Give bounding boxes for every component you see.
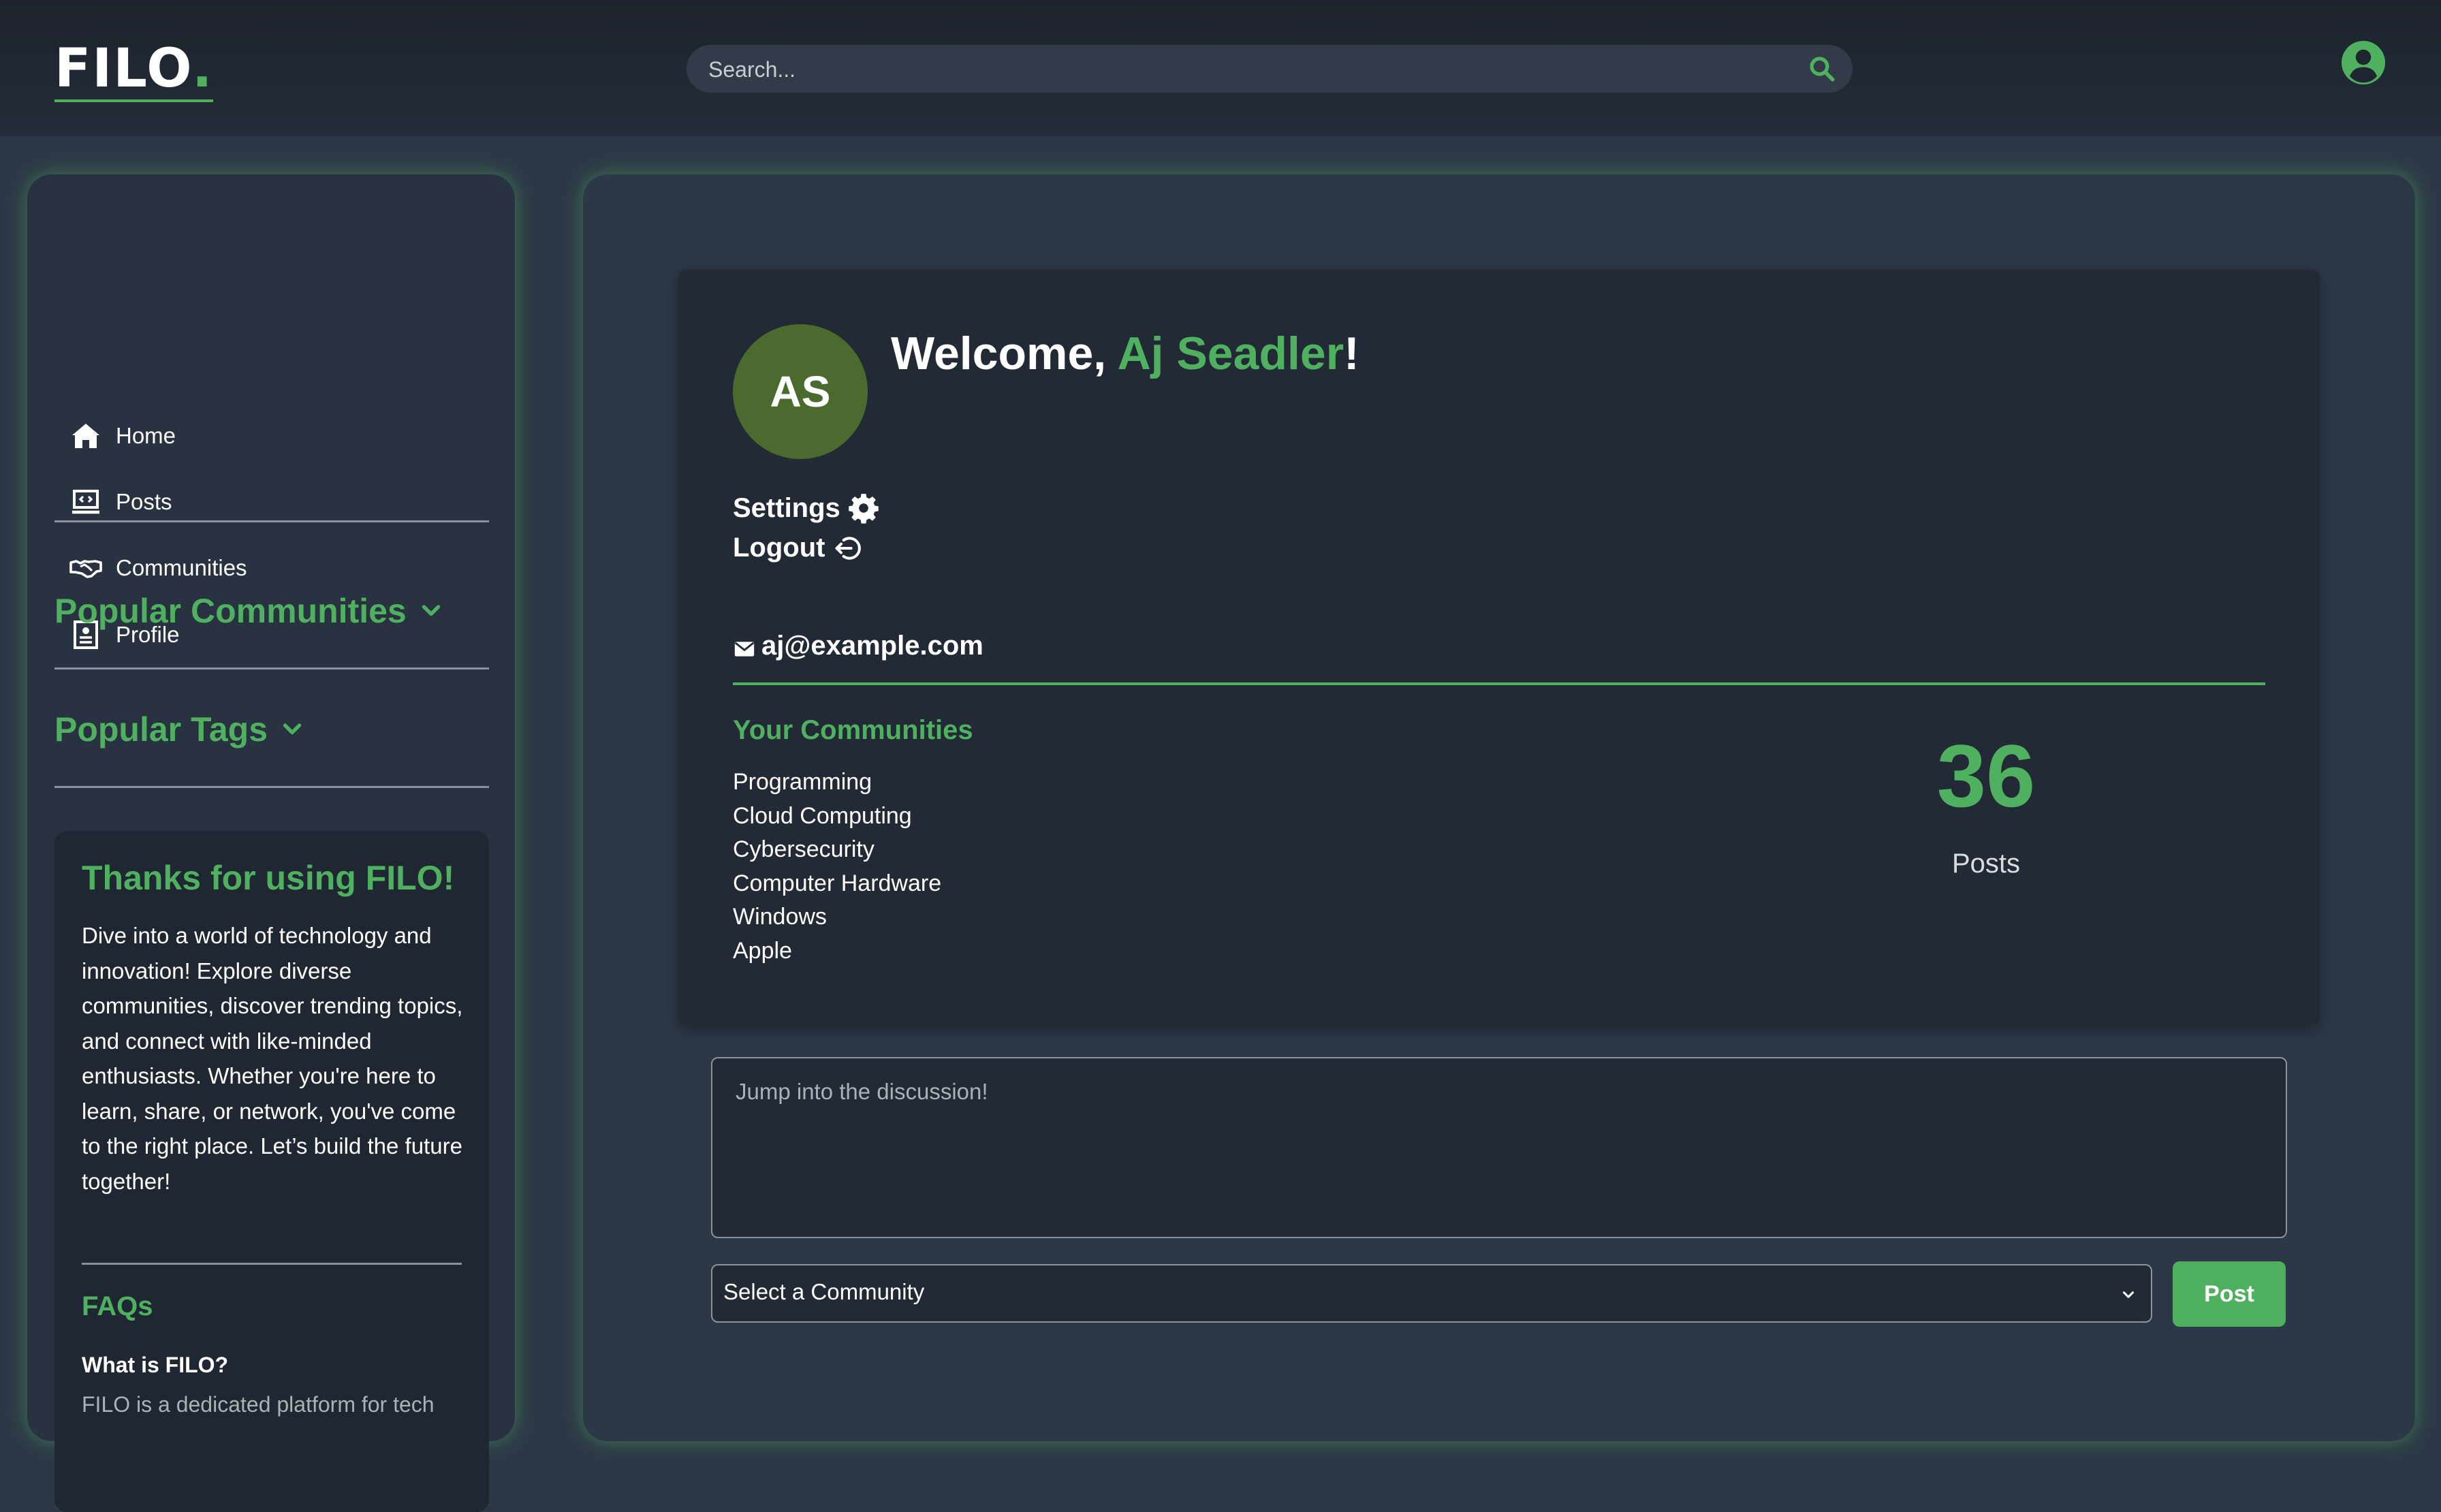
post-count-label: Posts — [1951, 849, 2021, 879]
your-communities-title: Your Communities — [733, 715, 973, 745]
popular-tags-toggle[interactable]: Popular Tags — [54, 710, 304, 749]
divider — [54, 520, 489, 522]
chevron-down-icon — [422, 605, 440, 616]
welcome-suffix: ! — [1344, 328, 1359, 379]
home-icon — [72, 424, 99, 448]
post-count: 36 — [1936, 726, 2036, 825]
community-select-value: Select a Community — [723, 1279, 925, 1304]
sidebar-item-label: Communities — [116, 555, 247, 580]
divider — [54, 667, 489, 670]
search-input[interactable] — [707, 45, 1772, 94]
main-panel: AS Welcome, Aj Seadler! Settings Logout — [583, 174, 2415, 1441]
sidebar: Home Posts Communities Profile Popular C… — [27, 174, 515, 1512]
faq-question: What is FILO? — [82, 1353, 229, 1377]
community-item[interactable]: Computer Hardware — [733, 867, 941, 901]
logout-icon — [835, 536, 861, 560]
settings-link[interactable]: Settings — [733, 492, 880, 524]
posts-icon — [72, 490, 99, 514]
sidebar-item-label: Home — [116, 423, 176, 448]
faq-answer: FILO is a dedicated platform for tech — [82, 1392, 435, 1417]
logout-label: Logout — [733, 533, 825, 563]
community-item[interactable]: Cybersecurity — [733, 833, 941, 867]
info-text: Dive into a world of technology and inno… — [82, 923, 463, 1194]
logo-dot: . — [191, 38, 214, 99]
info-card: Thanks for using FILO! Dive into a world… — [54, 831, 489, 1512]
sidebar-item-home[interactable]: Home — [69, 415, 176, 456]
community-item[interactable]: Apple — [733, 934, 941, 968]
divider — [82, 1263, 462, 1265]
search-icon[interactable] — [1808, 54, 1836, 83]
popular-communities-toggle[interactable]: Popular Communities — [54, 591, 443, 631]
logo-text: FILO — [54, 38, 192, 99]
welcome-heading: Welcome, Aj Seadler! — [891, 327, 1359, 380]
sidebar-item-communities[interactable]: Communities — [69, 548, 247, 588]
handshake-icon — [69, 560, 102, 578]
post-button[interactable]: Post — [2173, 1261, 2286, 1327]
gear-icon — [848, 494, 879, 524]
user-name: Aj Seadler — [1117, 328, 1344, 379]
sidebar-item-posts[interactable]: Posts — [69, 482, 172, 522]
faqs-title: FAQs — [82, 1291, 153, 1321]
avatar-initials: AS — [770, 367, 831, 416]
logout-link[interactable]: Logout — [733, 533, 864, 563]
email-text: aj@example.com — [761, 631, 983, 661]
divider — [54, 786, 489, 788]
post-textarea[interactable] — [734, 1077, 2263, 1223]
logo[interactable]: FILO. — [54, 38, 214, 102]
chevron-down-icon — [2122, 1291, 2135, 1298]
popular-communities-label: Popular Communities — [54, 592, 407, 630]
settings-label: Settings — [733, 492, 840, 523]
chevron-down-icon — [283, 723, 302, 735]
sidebar-item-label: Posts — [116, 489, 172, 514]
welcome-prefix: Welcome, — [891, 328, 1118, 379]
info-title: Thanks for using FILO! — [82, 859, 455, 897]
avatar: AS — [733, 324, 868, 459]
email-row: aj@example.com — [733, 631, 2265, 685]
top-bar: FILO. — [0, 0, 2441, 136]
envelope-icon — [734, 642, 755, 657]
post-composer — [711, 1057, 2287, 1238]
search-bar — [687, 45, 1853, 94]
profile-card: AS Welcome, Aj Seadler! Settings Logout — [678, 270, 2320, 1026]
your-communities-list: Programming Cloud Computing Cybersecurit… — [733, 766, 941, 968]
user-circle-icon[interactable] — [2342, 41, 2385, 84]
community-item[interactable]: Windows — [733, 900, 941, 934]
popular-tags-label: Popular Tags — [54, 710, 268, 749]
community-select[interactable]: Select a Community — [711, 1264, 2152, 1323]
community-item[interactable]: Programming — [733, 766, 941, 800]
community-item[interactable]: Cloud Computing — [733, 800, 941, 834]
